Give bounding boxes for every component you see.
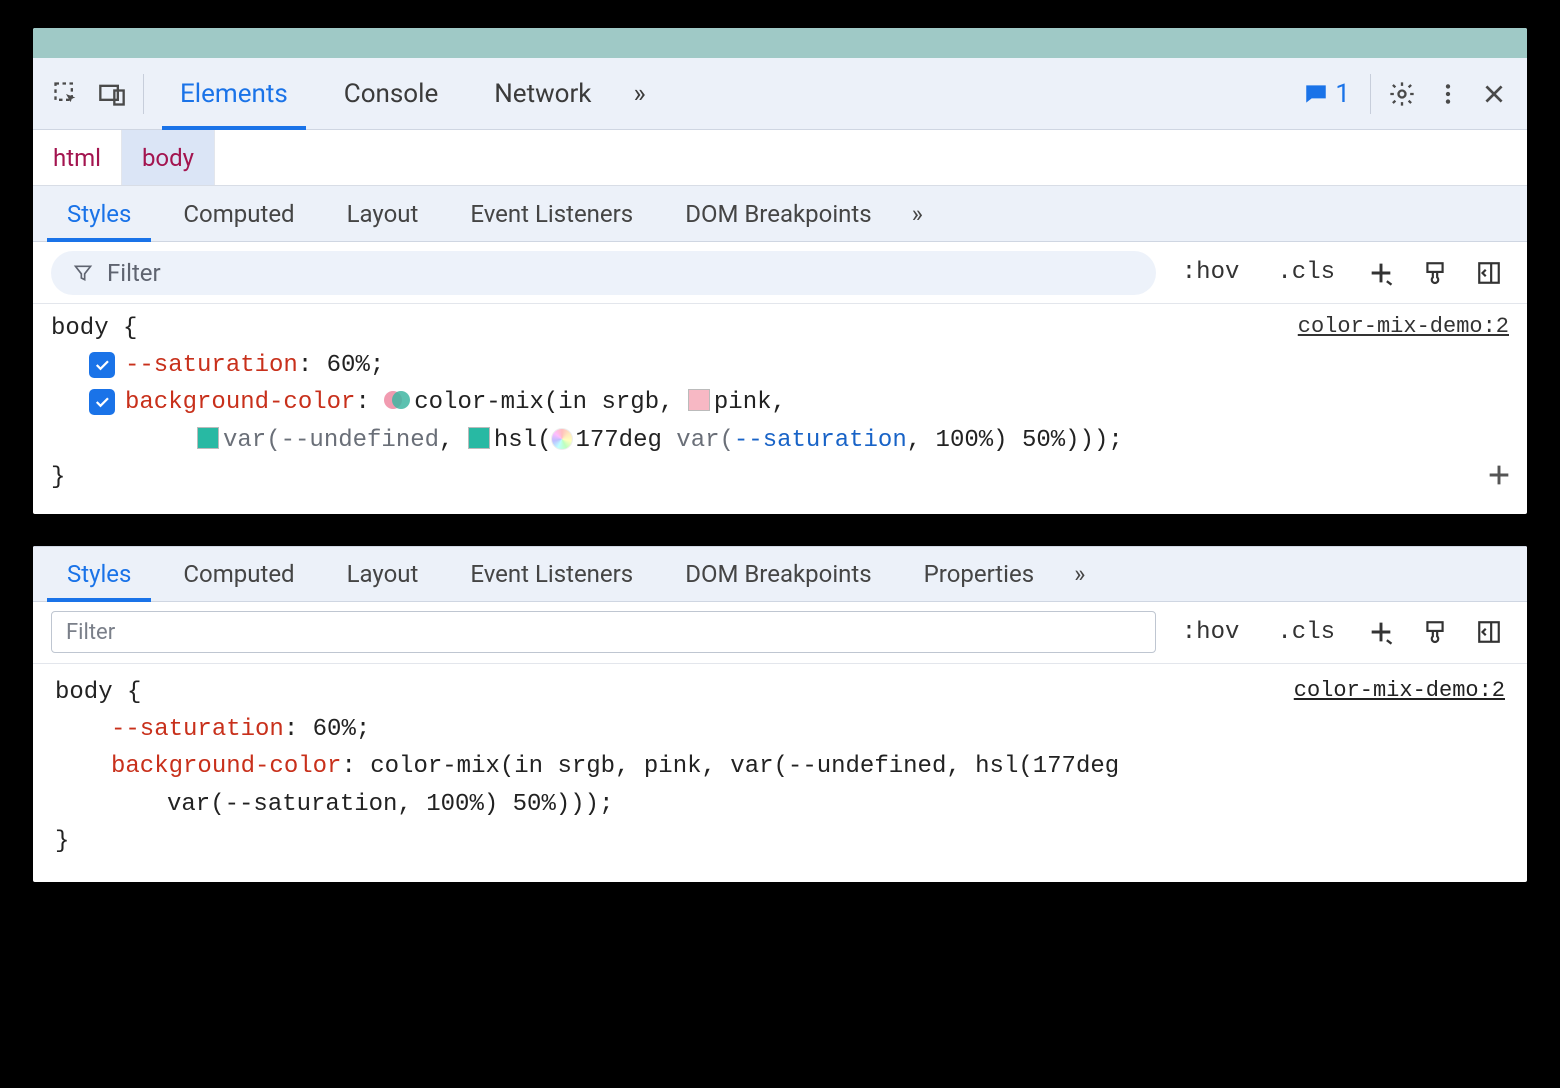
page-background-strip xyxy=(33,28,1527,58)
styles-filter-bar: Filter :hov .cls xyxy=(33,602,1527,664)
funnel-icon xyxy=(73,263,93,283)
styles-subtab-bar: Styles Computed Layout Event Listeners D… xyxy=(33,186,1527,242)
cls-toggle[interactable]: .cls xyxy=(1265,259,1347,286)
close-icon[interactable] xyxy=(1471,71,1517,117)
filter-input[interactable]: Filter xyxy=(51,251,1156,295)
property-value[interactable]: 60%; xyxy=(298,716,370,743)
computed-panel-toggle-icon[interactable] xyxy=(1469,253,1509,293)
cls-toggle[interactable]: .cls xyxy=(1265,619,1347,646)
property-name[interactable]: --saturation xyxy=(125,352,298,379)
add-declaration-icon[interactable] xyxy=(1485,459,1513,506)
source-link[interactable]: color-mix-demo:2 xyxy=(1298,310,1509,344)
styles-subtab-bar: Styles Computed Layout Event Listeners D… xyxy=(33,546,1527,602)
subtab-dom-breakpoints[interactable]: DOM Breakpoints xyxy=(659,547,897,601)
property-name[interactable]: background-color xyxy=(111,753,341,780)
device-toolbar-icon[interactable] xyxy=(89,71,135,117)
settings-gear-icon[interactable] xyxy=(1379,71,1425,117)
tab-network[interactable]: Network xyxy=(466,58,619,129)
main-tab-bar: Elements Console Network » 1 xyxy=(33,58,1527,130)
new-style-rule-icon[interactable] xyxy=(1361,612,1401,652)
subtab-dom-breakpoints[interactable]: DOM Breakpoints xyxy=(659,186,897,241)
color-mix-swatch-icon[interactable] xyxy=(384,387,410,413)
computed-panel-toggle-icon[interactable] xyxy=(1469,612,1509,652)
color-swatch-teal-icon[interactable] xyxy=(197,427,219,449)
new-style-rule-icon[interactable] xyxy=(1361,253,1401,293)
property-value[interactable]: 60%; xyxy=(312,352,384,379)
subtab-event-listeners[interactable]: Event Listeners xyxy=(444,547,659,601)
subtab-styles[interactable]: Styles xyxy=(41,547,157,601)
subtab-layout[interactable]: Layout xyxy=(321,186,445,241)
filter-placeholder: Filter xyxy=(107,259,161,287)
tab-elements[interactable]: Elements xyxy=(152,58,316,129)
css-rule-block: color-mix-demo:2 body { --saturation: 60… xyxy=(33,304,1527,514)
subtab-properties[interactable]: Properties xyxy=(898,547,1060,601)
selector[interactable]: body xyxy=(51,315,109,342)
hov-toggle[interactable]: :hov xyxy=(1170,259,1252,286)
styles-filter-bar: Filter :hov .cls xyxy=(33,242,1527,304)
crumb-body[interactable]: body xyxy=(122,130,215,185)
devtools-panel-bottom: Styles Computed Layout Event Listeners D… xyxy=(33,546,1527,882)
subtab-styles[interactable]: Styles xyxy=(41,186,157,241)
declaration-saturation[interactable]: --saturation: 60%; xyxy=(51,347,1509,384)
subtab-more[interactable]: » xyxy=(1060,547,1099,601)
filter-placeholder: Filter xyxy=(66,620,115,645)
divider xyxy=(143,74,144,114)
property-name[interactable]: background-color xyxy=(125,389,355,416)
subtab-event-listeners[interactable]: Event Listeners xyxy=(444,186,659,241)
css-var-link[interactable]: --saturation xyxy=(734,427,907,454)
issues-badge[interactable]: 1 xyxy=(1291,79,1362,109)
paintbrush-icon[interactable] xyxy=(1415,612,1455,652)
hue-wheel-icon[interactable] xyxy=(551,428,573,450)
devtools-panel-top: Elements Console Network » 1 html body S… xyxy=(33,28,1527,514)
css-rule-block: color-mix-demo:2 body { --saturation: 60… xyxy=(33,664,1527,882)
subtab-computed[interactable]: Computed xyxy=(157,547,320,601)
source-link[interactable]: color-mix-demo:2 xyxy=(1294,674,1505,708)
color-swatch-pink-icon[interactable] xyxy=(688,389,710,411)
toggle-checkbox[interactable] xyxy=(89,352,115,378)
hov-toggle[interactable]: :hov xyxy=(1170,619,1252,646)
subtab-computed[interactable]: Computed xyxy=(157,186,320,241)
kebab-menu-icon[interactable] xyxy=(1425,71,1471,117)
inspect-element-icon[interactable] xyxy=(43,71,89,117)
selector[interactable]: body xyxy=(55,679,113,706)
crumb-html[interactable]: html xyxy=(33,130,122,185)
filter-input[interactable]: Filter xyxy=(51,611,1156,653)
divider xyxy=(1370,74,1371,114)
property-value[interactable]: color-mix(in srgb, pink, var(--undefined… xyxy=(356,753,1119,780)
color-swatch-teal-icon[interactable] xyxy=(468,427,490,449)
issues-count: 1 xyxy=(1335,79,1350,109)
property-name[interactable]: --saturation xyxy=(111,716,284,743)
tab-console[interactable]: Console xyxy=(316,58,466,129)
tab-more[interactable]: » xyxy=(619,58,659,129)
subtab-more[interactable]: » xyxy=(898,186,937,241)
declaration-background-color[interactable]: background-color: color-mix(in srgb, pin… xyxy=(51,384,1509,458)
subtab-layout[interactable]: Layout xyxy=(321,547,445,601)
paintbrush-icon[interactable] xyxy=(1415,253,1455,293)
toggle-checkbox[interactable] xyxy=(89,389,115,415)
property-value-cont[interactable]: var(--saturation, 100%) 50%))); xyxy=(167,791,613,818)
dom-breadcrumb: html body xyxy=(33,130,1527,186)
